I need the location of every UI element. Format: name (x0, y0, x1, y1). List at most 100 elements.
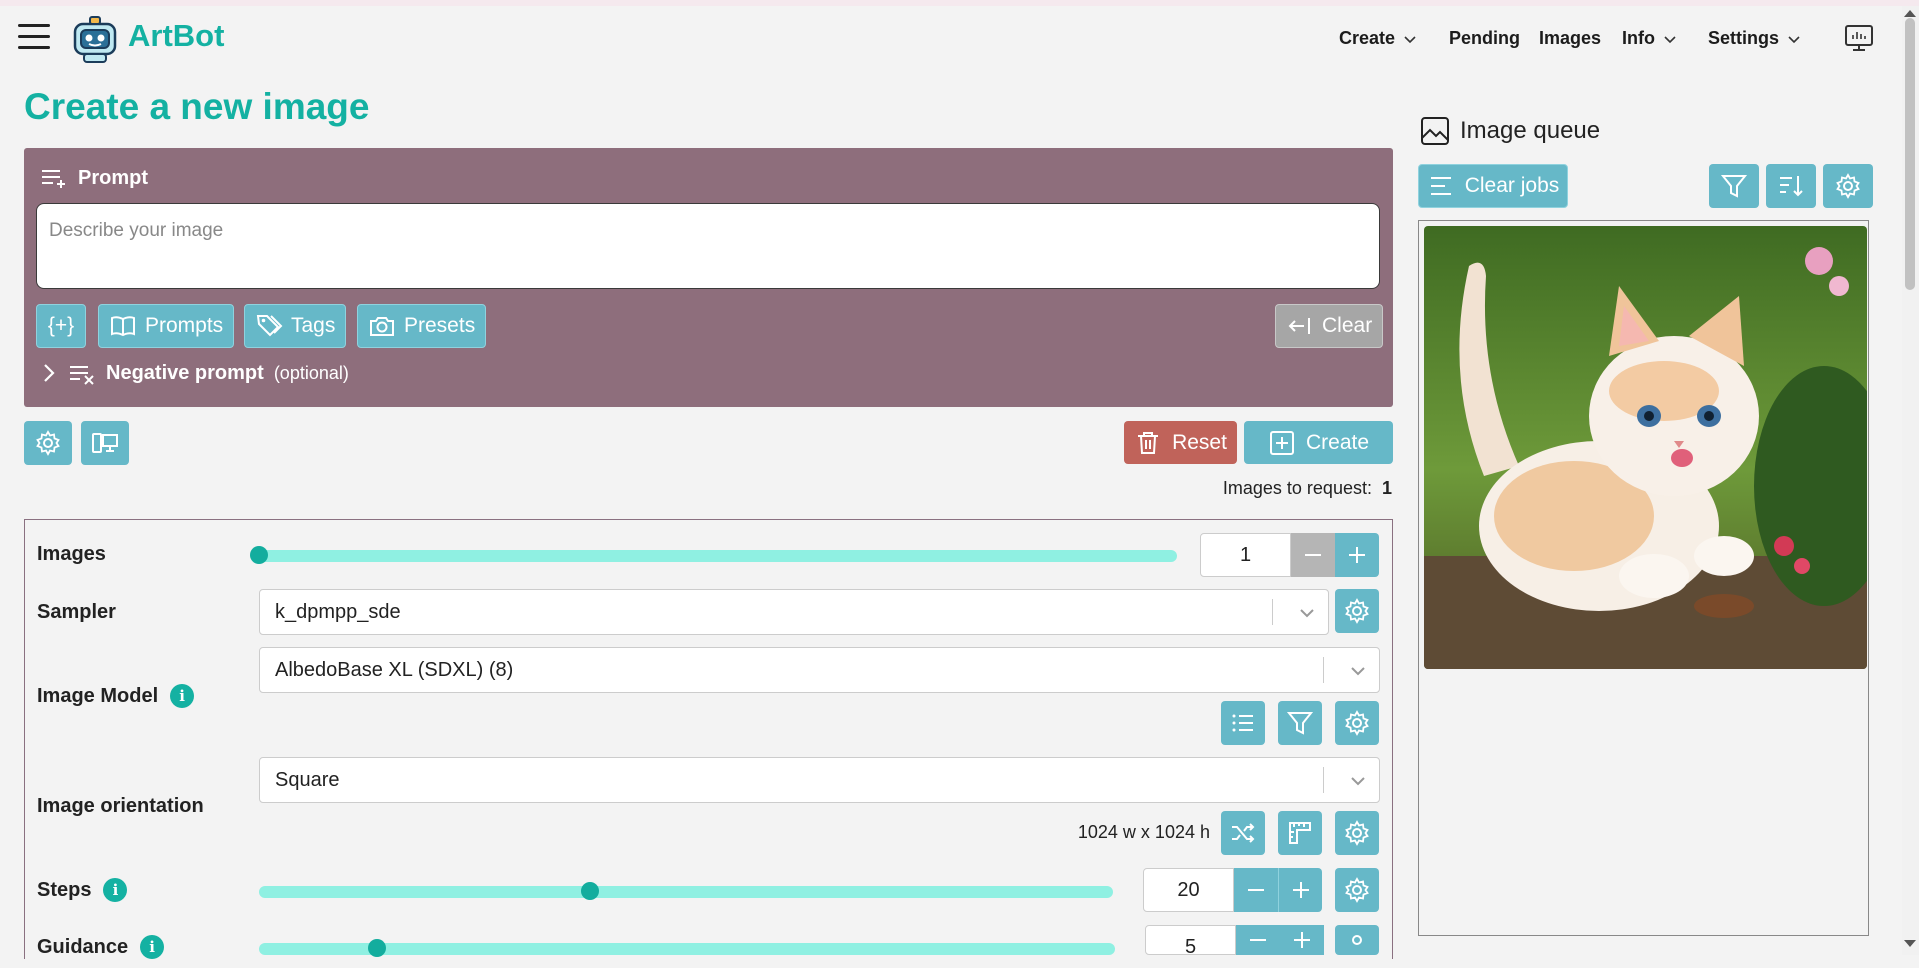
chevron-down-icon (1404, 35, 1416, 43)
image-orientation-select[interactable]: Square (259, 757, 1380, 803)
guidance-increment-button[interactable] (1280, 925, 1324, 955)
prompt-snippet-button[interactable]: {+} (36, 304, 86, 348)
image-icon (1421, 117, 1449, 145)
scroll-down-arrow-icon[interactable] (1904, 940, 1916, 947)
gear-icon (1836, 173, 1860, 199)
reset-button[interactable]: Reset (1124, 421, 1237, 464)
image-model-value: AlbedoBase XL (SDXL) (8) (275, 659, 514, 681)
image-model-label: Image Model i (37, 684, 195, 708)
settings-button[interactable] (24, 421, 72, 465)
create-button[interactable]: Create (1244, 421, 1393, 464)
guidance-label-text: Guidance (37, 935, 129, 958)
model-settings-button[interactable] (1335, 701, 1379, 745)
queue-filter-button[interactable] (1709, 164, 1759, 208)
gear-icon (1345, 877, 1369, 903)
guidance-settings-button[interactable] (1335, 925, 1379, 955)
info-icon[interactable]: i (140, 935, 165, 959)
minus-icon (1250, 939, 1266, 941)
create-button-label: Create (1305, 430, 1370, 454)
images-slider[interactable] (250, 546, 1177, 564)
hamburger-menu-icon[interactable] (18, 24, 50, 54)
model-list-button[interactable] (1221, 701, 1265, 745)
custom-size-button[interactable] (1278, 811, 1322, 855)
info-icon[interactable]: i (170, 684, 195, 708)
playlist-add-icon (42, 170, 65, 188)
negative-prompt-optional: (optional) (273, 362, 349, 383)
images-label: Images (37, 543, 106, 565)
images-slider-thumb[interactable] (250, 546, 268, 564)
scrollbar-thumb[interactable] (1905, 18, 1915, 290)
tags-button[interactable]: Tags (244, 304, 347, 348)
queue-image-thumbnail[interactable] (1424, 226, 1867, 669)
ruler-icon (1289, 822, 1311, 844)
steps-slider[interactable] (259, 882, 1113, 900)
steps-slider-thumb[interactable] (581, 882, 600, 900)
clear-jobs-button[interactable]: Clear jobs (1418, 164, 1568, 208)
minus-icon (1305, 554, 1321, 556)
nav-info[interactable]: Info (1622, 28, 1677, 49)
nav-pending[interactable]: Pending (1449, 28, 1520, 49)
clear-prompt-button[interactable]: Clear (1275, 304, 1384, 348)
info-icon[interactable]: i (103, 878, 128, 902)
randomize-orientation-button[interactable] (1221, 811, 1265, 855)
orientation-settings-button[interactable] (1335, 811, 1379, 855)
square-plus-icon (1269, 430, 1294, 455)
images-count-input[interactable]: 1 (1200, 533, 1291, 577)
image-model-select[interactable]: AlbedoBase XL (SDXL) (8) (259, 647, 1380, 693)
nav-create-label: Create (1339, 28, 1396, 48)
nav-create[interactable]: Create (1339, 28, 1417, 49)
kitten-image (1424, 226, 1867, 669)
negative-prompt-toggle[interactable]: Negative prompt (optional) (40, 361, 349, 385)
tags-icon (256, 315, 283, 337)
image-model-label-text: Image Model (37, 684, 159, 707)
gear-icon (36, 430, 60, 456)
presets-button[interactable]: Presets (357, 304, 487, 348)
shuffle-icon (1232, 823, 1255, 843)
steps-increment-button[interactable] (1278, 868, 1322, 912)
images-decrement-button[interactable] (1291, 533, 1335, 577)
monitor-icon[interactable] (1843, 22, 1875, 54)
images-increment-button[interactable] (1335, 533, 1379, 577)
gear-icon (1345, 598, 1369, 624)
brand-name[interactable]: ArtBot (128, 18, 224, 54)
guidance-slider-thumb[interactable] (368, 939, 387, 957)
scroll-up-arrow-icon[interactable] (1904, 10, 1916, 17)
prompts-button[interactable]: Prompts (98, 304, 235, 348)
camera-icon (370, 317, 394, 336)
sampler-value: k_dpmpp_sde (275, 601, 401, 623)
gear-icon (1345, 710, 1369, 736)
sampler-select[interactable]: k_dpmpp_sde (259, 589, 1329, 635)
clear-jobs-label: Clear jobs (1464, 174, 1560, 197)
chevron-down-icon (1351, 777, 1365, 786)
guidance-decrement-button[interactable] (1236, 925, 1280, 955)
align-left-icon (1430, 177, 1451, 195)
prompts-button-label: Prompts (145, 314, 224, 337)
model-filter-button[interactable] (1278, 701, 1322, 745)
sampler-settings-button[interactable] (1335, 589, 1379, 633)
queue-settings-button[interactable] (1823, 164, 1873, 208)
presets-button-label: Presets (404, 314, 476, 337)
trash-icon (1138, 431, 1159, 454)
steps-decrement-button[interactable] (1234, 868, 1278, 912)
gear-icon (1352, 935, 1362, 945)
prompt-input[interactable] (36, 203, 1380, 289)
images-to-request: Images to request: 1 (1223, 478, 1392, 499)
queue-sort-button[interactable] (1766, 164, 1816, 208)
guidance-input[interactable]: 5 (1145, 925, 1236, 958)
steps-settings-button[interactable] (1335, 868, 1379, 912)
guidance-slider[interactable] (259, 939, 1115, 957)
minus-icon (1248, 889, 1264, 891)
plus-icon (1349, 547, 1365, 563)
chevron-down-icon (1788, 35, 1800, 43)
steps-input[interactable]: 20 (1143, 868, 1234, 912)
book-open-icon (111, 316, 135, 337)
nav-settings[interactable]: Settings (1708, 28, 1801, 49)
arrow-left-bar-icon (1288, 318, 1310, 334)
chevron-right-icon (44, 364, 55, 382)
device-button[interactable] (81, 421, 129, 465)
robot-logo-icon[interactable] (70, 14, 120, 64)
prompt-heading-label: Prompt (78, 166, 148, 189)
tags-button-label: Tags (291, 314, 336, 337)
image-orientation-label: Image orientation (37, 795, 204, 817)
nav-images[interactable]: Images (1539, 28, 1601, 49)
